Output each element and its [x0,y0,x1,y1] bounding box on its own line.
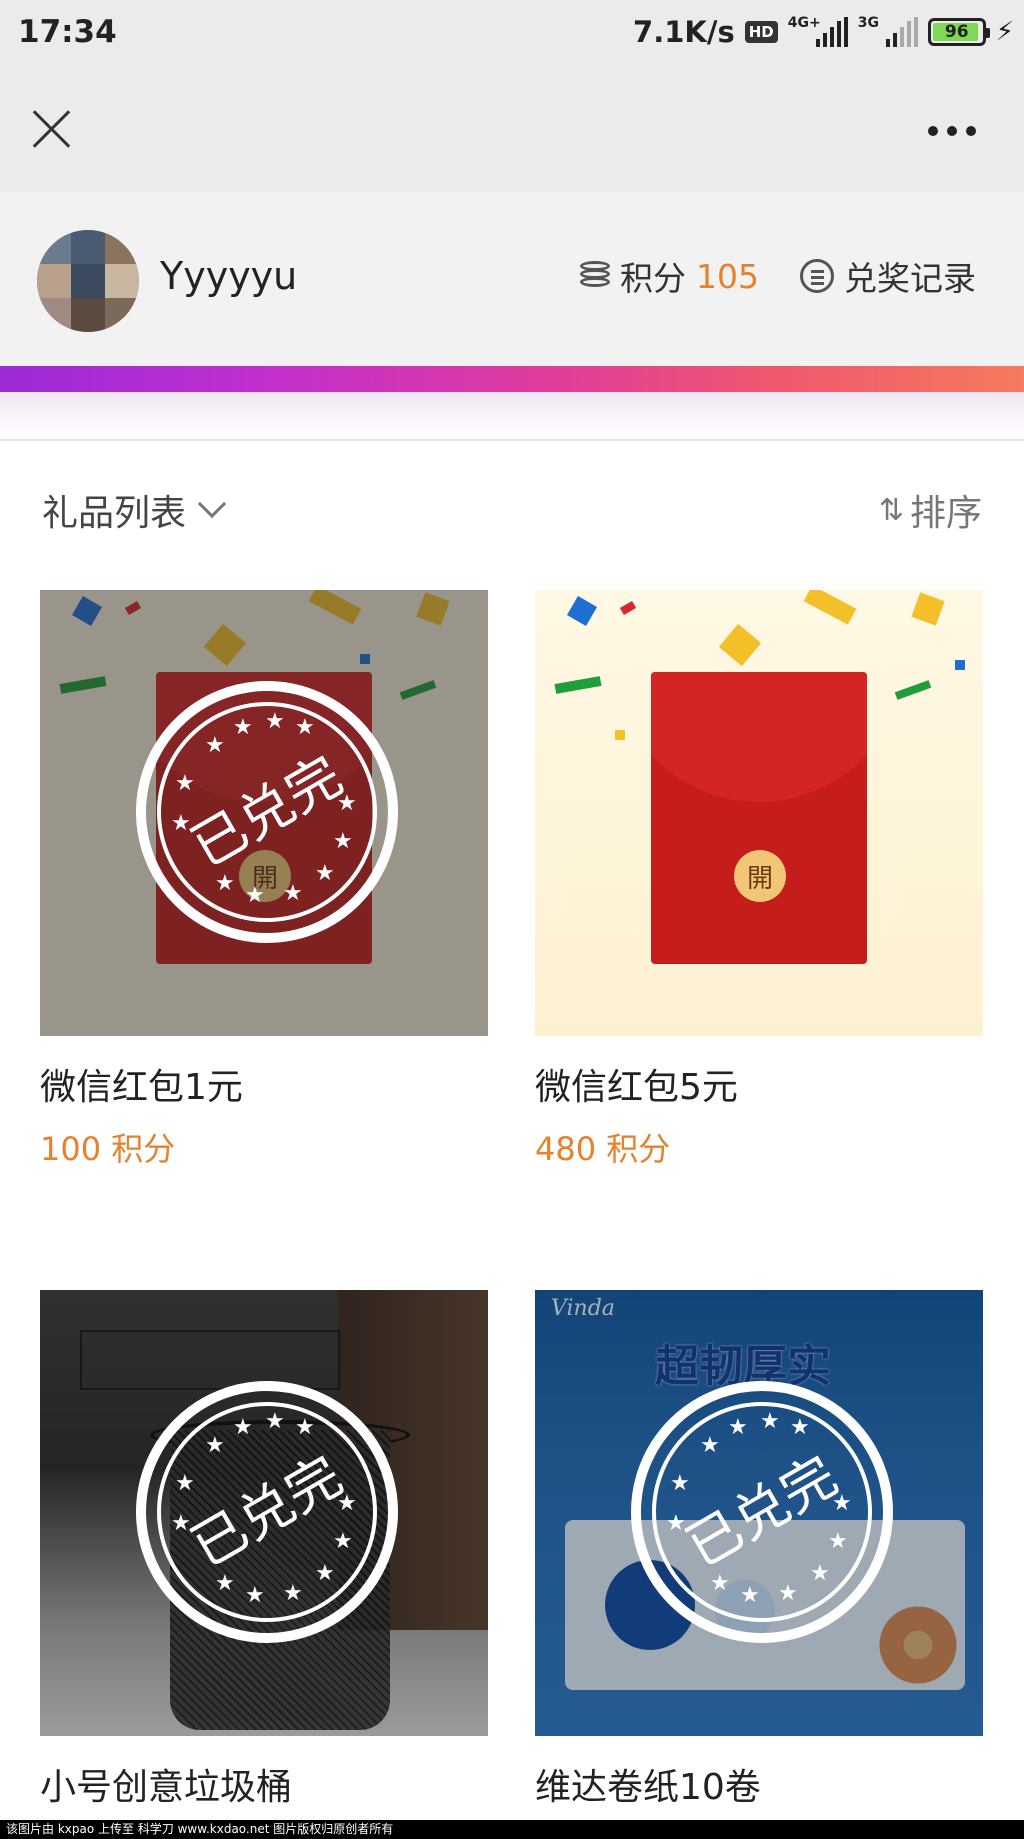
signal-4g-label: 4G+ [787,15,821,31]
gift-image[interactable]: 開 [535,590,983,1036]
stamp-text: 已兑完 [181,1444,353,1580]
status-time: 17:34 [18,14,117,50]
svg-text:★: ★ [740,1583,760,1608]
status-indicators: 7.1K/s HD 4G+ 3G 96 ⚡ [633,14,1014,50]
more-icon[interactable] [928,126,976,136]
svg-text:★: ★ [810,1561,830,1586]
svg-text:★: ★ [828,1529,848,1554]
close-icon[interactable] [30,106,74,150]
points-label: 积分 [620,259,686,298]
svg-text:★: ★ [333,1529,353,1554]
gift-name: 小号创意垃圾桶 [40,1767,293,1808]
list-icon [800,259,834,293]
stamp-text: 已兑完 [676,1444,848,1580]
banner-image[interactable] [0,366,1024,392]
svg-text:★: ★ [295,715,315,740]
sold-out-stamp: ★★ ★ ★ ★★★★ ★★★★ 已兑完 [136,681,398,943]
svg-text:★: ★ [315,1561,335,1586]
svg-text:★: ★ [245,1583,265,1608]
points-value: 105 [696,256,759,296]
svg-text:★: ★ [233,715,253,740]
sold-out-stamp: ★★ ★ ★ ★★★★ ★★★★ 已兑完 [631,1381,893,1643]
redeem-records-button[interactable]: 兑奖记录 [800,252,976,300]
sold-out-stamp: ★★ ★ ★ ★★★★ ★★★★ 已兑完 [136,1381,398,1643]
user-header: Yyyyyu 积分 105 兑奖记录 [0,192,1024,366]
svg-text:★: ★ [175,1471,195,1496]
svg-text:★: ★ [265,709,285,734]
network-speed: 7.1K/s [633,15,735,49]
gift-image[interactable]: 開 ★ ★ ★ ★ ★ ★ ★ ★ ★ ★ ★ ★ 已兑完 [40,590,488,1036]
gift-name: 维达卷纸10卷 [535,1767,761,1808]
svg-text:★: ★ [265,1409,285,1434]
watermark-footer: 该图片由 kxpao 上传至 科学刀 www.kxdao.net 图片版权归原创… [0,1820,1024,1839]
points-summary[interactable]: 积分 105 [580,252,759,300]
gift-image[interactable]: ★ ★ ★ ★ ★ ★ ★ ★ ★ ★ ★ ★ 已兑完 [40,1290,488,1736]
signal-3g-icon: 3G [857,15,918,47]
gift-card[interactable]: Vinda 超韧厚实 ★ ★ ★ ★ ★ ★ ★ ★ ★ ★ ★ ★ 已兑完 维达卷纸10卷 [535,1290,983,1808]
battery-icon: 96 [927,18,990,46]
gift-card[interactable]: 開 ★ ★ ★ ★ ★ ★ ★ ★ ★ ★ ★ ★ 已兑完 微信红包1元 100 积分 [40,590,488,1168]
svg-text:★: ★ [205,733,225,758]
svg-text:★: ★ [728,1415,748,1440]
svg-text:★: ★ [295,1415,315,1440]
svg-text:★: ★ [670,1471,690,1496]
red-envelope: 開 [651,672,867,964]
signal-4g-icon: 4G+ [787,15,848,47]
svg-text:★: ★ [760,1409,780,1434]
banner-fade [0,392,1024,440]
status-bar: 17:34 7.1K/s HD 4G+ 3G 96 ⚡ [0,0,1024,66]
gift-card[interactable]: 開 微信红包5元 480 积分 [535,590,983,1168]
envelope-seal: 開 [734,850,786,902]
coins-icon [580,261,610,291]
signal-3g-label: 3G [857,15,879,31]
gift-list-title: 礼品列表 [42,493,187,534]
svg-text:★: ★ [283,881,303,906]
gift-list-filter[interactable]: 礼品列表 [42,484,227,536]
nav-bar [0,66,1024,192]
gift-name: 微信红包5元 [535,1067,738,1108]
gift-card[interactable]: ★ ★ ★ ★ ★ ★ ★ ★ ★ ★ ★ ★ 已兑完 小号创意垃圾桶 [40,1290,488,1808]
hd-icon: HD [744,21,778,43]
svg-text:★: ★ [700,1433,720,1458]
svg-text:★: ★ [333,829,353,854]
svg-text:★: ★ [778,1581,798,1606]
gift-image[interactable]: Vinda 超韧厚实 ★ ★ ★ ★ ★ ★ ★ ★ ★ ★ ★ ★ 已兑完 [535,1290,983,1736]
divider [0,439,1024,441]
svg-text:★: ★ [790,1415,810,1440]
gift-points: 480 积分 [535,1130,671,1168]
svg-text:★: ★ [245,883,265,908]
svg-text:★: ★ [233,1415,253,1440]
sort-button[interactable]: ⇅ 排序 [879,484,982,536]
svg-text:★: ★ [283,1581,303,1606]
svg-text:★: ★ [315,861,335,886]
svg-text:★: ★ [175,771,195,796]
sort-label: 排序 [909,493,982,534]
gift-name: 微信红包1元 [40,1067,243,1108]
chevron-down-icon [197,489,227,519]
redeem-records-label: 兑奖记录 [844,259,976,298]
username: Yyyyyu [160,254,298,298]
svg-text:★: ★ [205,1433,225,1458]
sort-icon: ⇅ [878,492,904,528]
battery-level: 96 [944,22,969,42]
stamp-text: 已兑完 [181,744,353,880]
gift-points: 100 积分 [40,1130,176,1168]
charging-icon: ⚡ [995,17,1014,47]
avatar[interactable] [37,230,139,332]
